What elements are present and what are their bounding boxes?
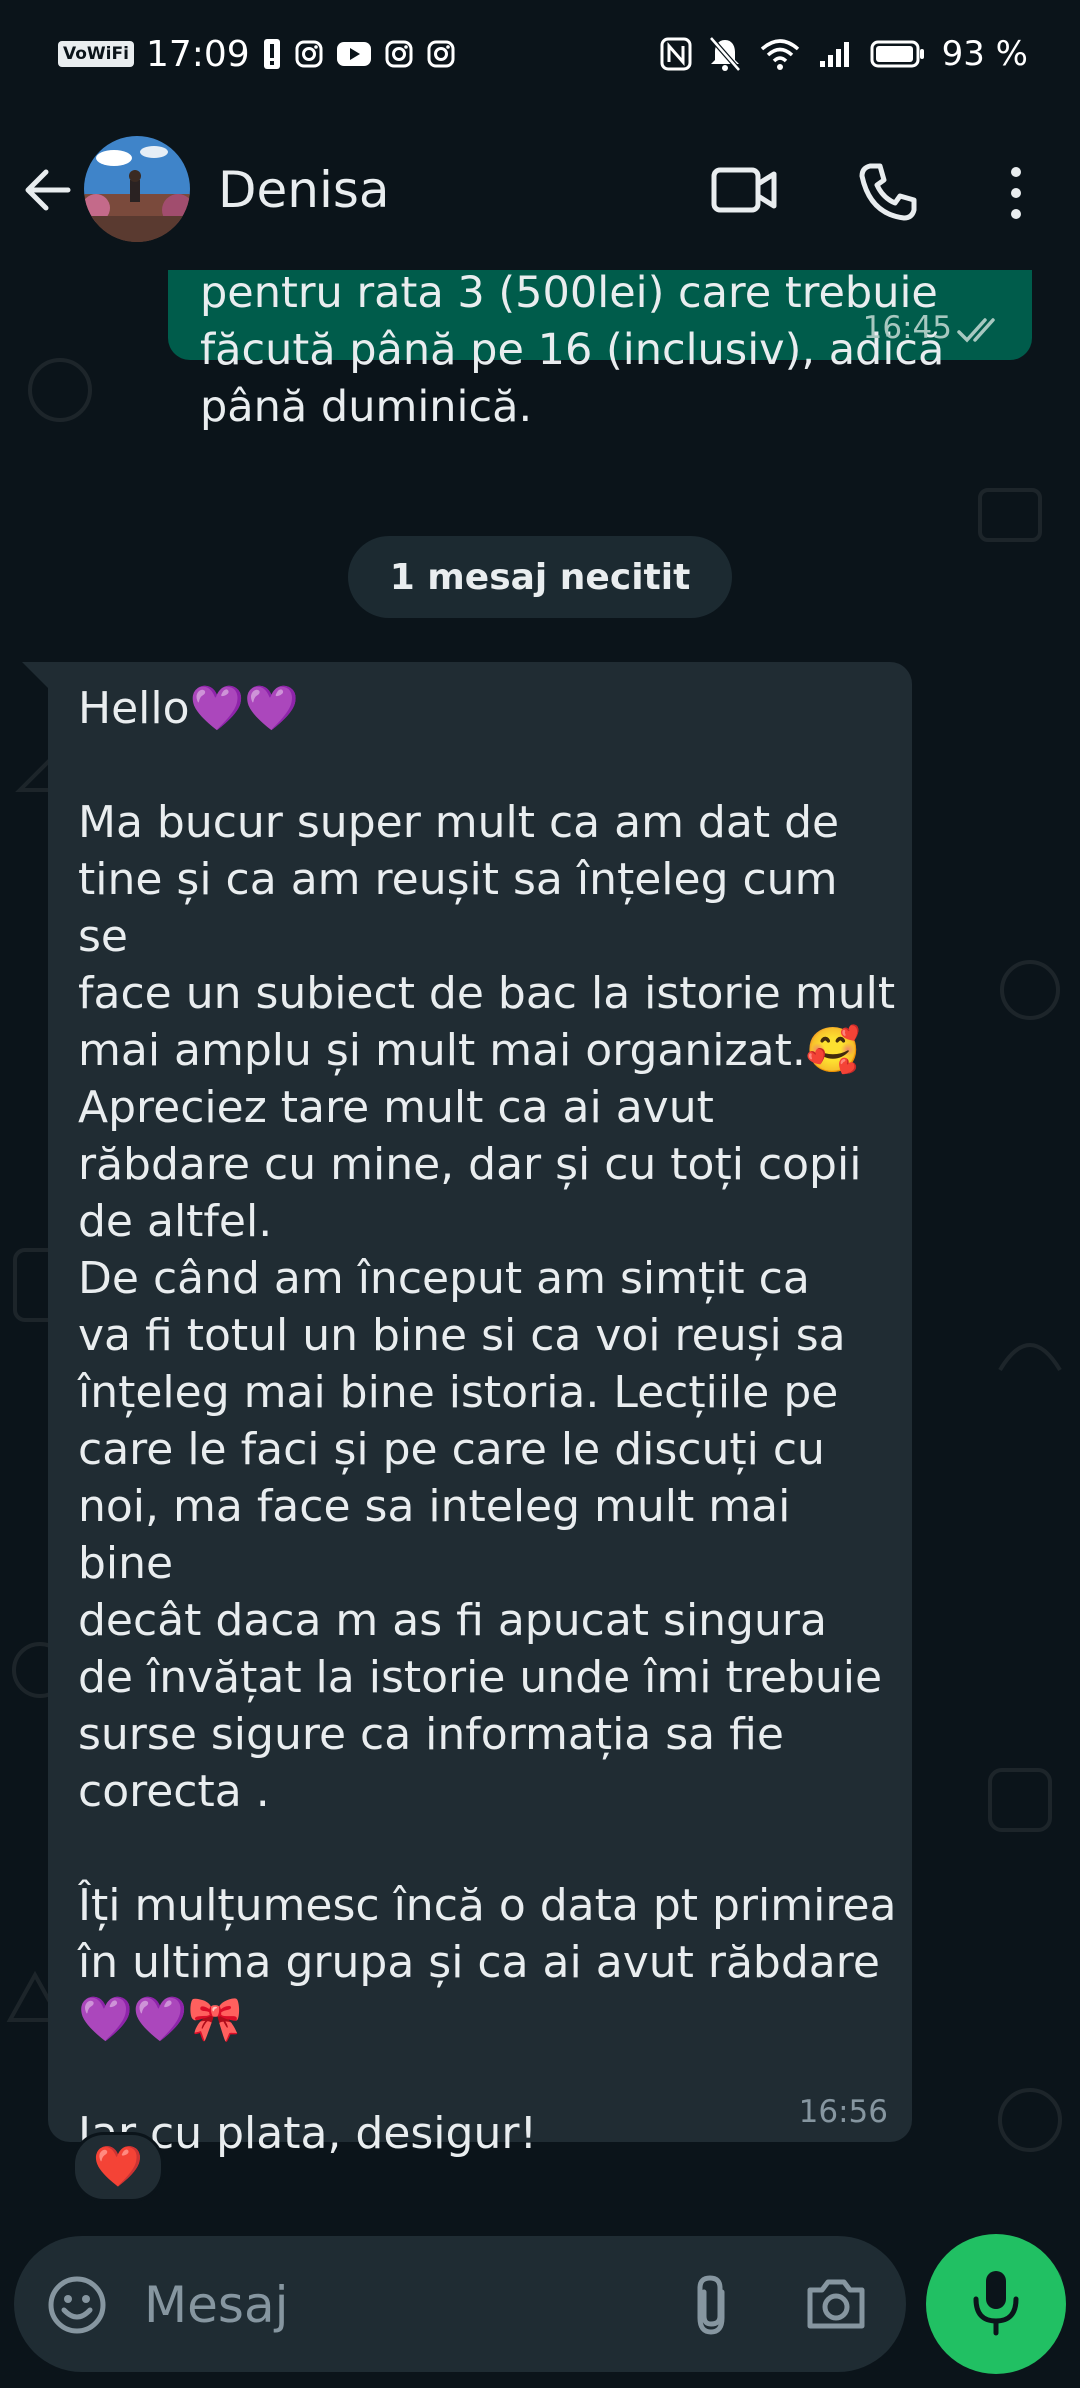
- incoming-message[interactable]: Hello💜💜 Ma bucur super mult ca am dat de…: [48, 662, 912, 2159]
- camera-icon[interactable]: [804, 2274, 868, 2332]
- mic-icon: [966, 2267, 1026, 2341]
- nfc-icon: [660, 37, 692, 71]
- read-receipt-icon: [956, 316, 1008, 346]
- more-vert-icon[interactable]: [996, 158, 1036, 228]
- chat-screen: VoWiFi 17:09 93 % Denisa pentru rata 3 (…: [0, 0, 1080, 2388]
- heart-reaction: ❤️: [93, 2144, 143, 2190]
- contact-avatar[interactable]: [84, 136, 190, 242]
- contact-name[interactable]: Denisa: [218, 160, 390, 220]
- incoming-message-text: Hello💜💜 Ma bucur super mult ca am dat de…: [78, 683, 897, 2159]
- battery-icon: [870, 39, 926, 69]
- chat-header: Denisa: [0, 108, 1080, 270]
- outgoing-message-time: 16:45: [862, 310, 952, 346]
- video-call-icon[interactable]: [710, 160, 780, 220]
- youtube-icon: [336, 40, 372, 68]
- outgoing-message-text: De asemenea, sa nu uiți și de plata pent…: [200, 270, 945, 432]
- status-bar-right: 93 %: [660, 28, 1028, 80]
- back-arrow-icon[interactable]: [20, 162, 76, 218]
- reaction-badge[interactable]: ❤️: [72, 2132, 164, 2202]
- message-input[interactable]: [142, 2266, 666, 2344]
- incoming-message-time: 16:56: [798, 2094, 888, 2130]
- emoji-icon[interactable]: [46, 2274, 108, 2336]
- mic-button[interactable]: [926, 2234, 1066, 2374]
- instagram-icon: [426, 39, 456, 69]
- alert-icon: [262, 37, 282, 71]
- status-bar-left: VoWiFi 17:09: [58, 28, 456, 80]
- outgoing-message[interactable]: De asemenea, sa nu uiți și de plata pent…: [168, 270, 1032, 432]
- instagram-icon: [384, 39, 414, 69]
- attach-icon[interactable]: [686, 2272, 736, 2338]
- message-composer: [14, 2236, 906, 2372]
- status-time: 17:09: [145, 33, 250, 75]
- unread-divider: 1 mesaj necitit: [348, 536, 732, 618]
- vowifi-badge: VoWiFi: [58, 41, 134, 67]
- battery-percent: 93 %: [941, 34, 1028, 74]
- wifi-icon: [758, 37, 802, 71]
- instagram-icon: [294, 39, 324, 69]
- phone-icon[interactable]: [856, 160, 920, 224]
- signal-icon: [818, 39, 854, 69]
- message-list[interactable]: De asemenea, sa nu uiți și de plata pent…: [0, 270, 1080, 2234]
- bell-muted-icon: [708, 36, 742, 72]
- status-bar: VoWiFi 17:09 93 %: [0, 0, 1080, 108]
